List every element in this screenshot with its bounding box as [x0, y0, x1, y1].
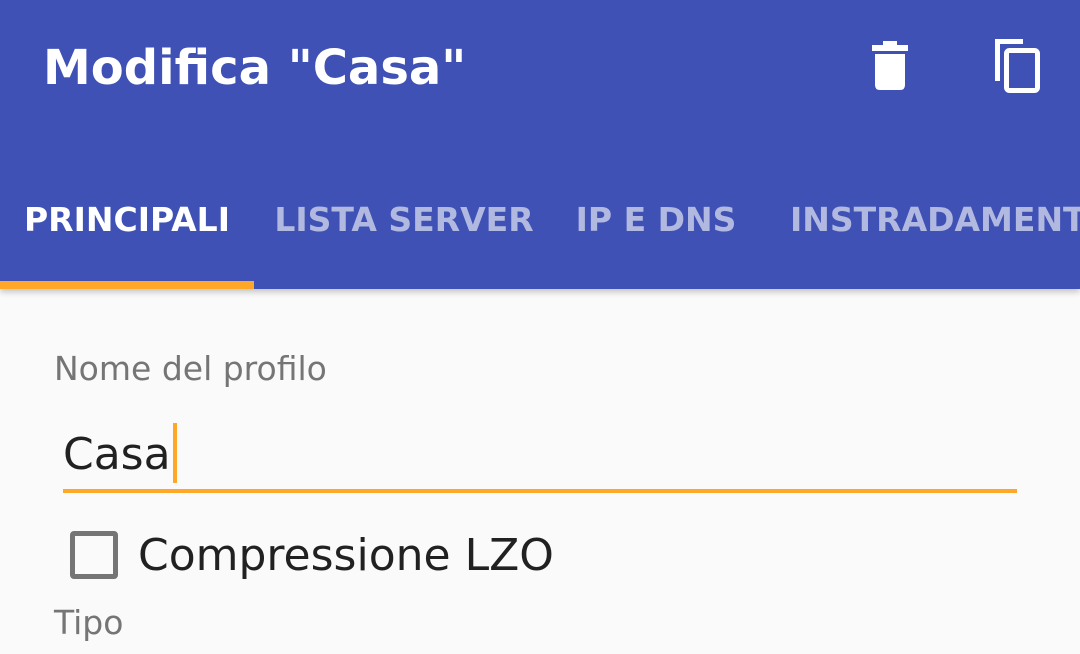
- checkbox-icon: [70, 531, 118, 579]
- profile-name-label: Nome del profilo: [54, 349, 327, 388]
- copy-button[interactable]: [984, 36, 1048, 100]
- copy-icon: [989, 37, 1043, 99]
- tab-lista-server[interactable]: LISTA SERVER: [254, 150, 554, 289]
- profile-name-input[interactable]: Casa: [63, 417, 1017, 493]
- input-underline: [63, 489, 1017, 493]
- text-cursor: [172, 423, 177, 483]
- type-label: Tipo: [54, 603, 124, 642]
- tab-principali[interactable]: PRINCIPALI: [0, 150, 254, 289]
- profile-name-text: Casa: [63, 429, 171, 480]
- lzo-compression-label: Compressione LZO: [138, 529, 554, 581]
- tab-ip-e-dns[interactable]: IP E DNS: [554, 150, 758, 289]
- tab-instradamento[interactable]: INSTRADAMENTO: [758, 150, 1080, 289]
- tab-bar: PRINCIPALI LISTA SERVER IP E DNS INSTRAD…: [0, 150, 1080, 289]
- page-title: Modifica "Casa": [43, 40, 467, 96]
- profile-name-value: Casa: [63, 423, 177, 487]
- app-bar: Modifica "Casa" PRINCIPALI LISTA SERVER …: [0, 0, 1080, 289]
- tab-indicator: [0, 281, 254, 289]
- delete-icon: [870, 41, 910, 95]
- main-content: Nome del profilo Casa Compressione LZO T…: [0, 289, 1080, 654]
- lzo-compression-checkbox[interactable]: Compressione LZO: [70, 527, 554, 583]
- delete-button[interactable]: [858, 36, 922, 100]
